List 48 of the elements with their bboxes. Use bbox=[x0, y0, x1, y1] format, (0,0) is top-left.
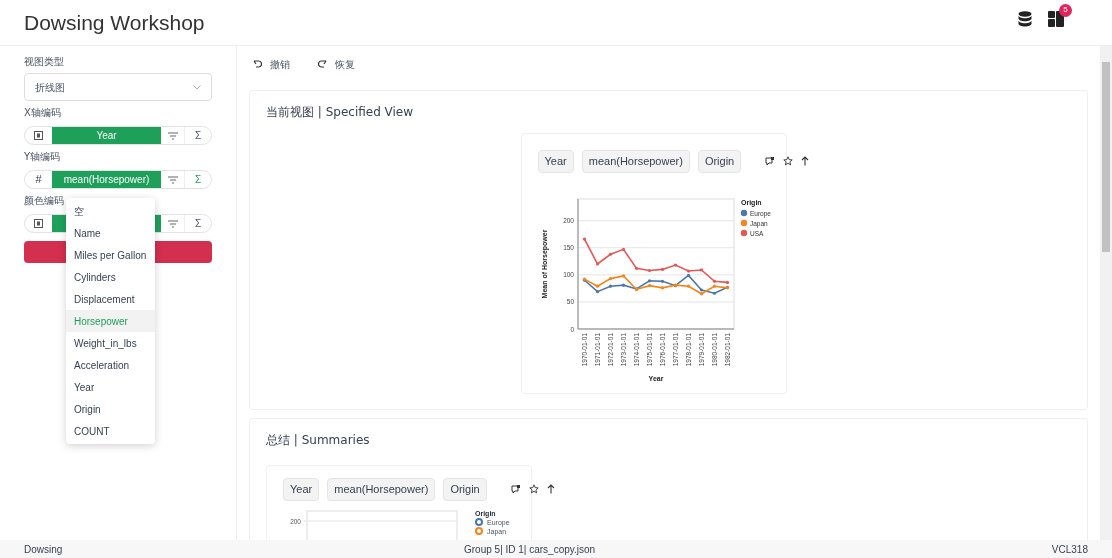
menu-item[interactable]: Name bbox=[66, 222, 155, 244]
encoding-pill[interactable]: Origin bbox=[697, 150, 742, 173]
view-type-select[interactable]: 折线图 bbox=[24, 73, 212, 101]
menu-item[interactable]: COUNT bbox=[66, 420, 155, 442]
field-label: 颜色编码 bbox=[24, 194, 65, 208]
star-icon[interactable] bbox=[528, 484, 539, 495]
field-label: Y轴编码 bbox=[24, 150, 62, 164]
layout-icon[interactable] bbox=[1048, 10, 1064, 27]
field-label: 视图类型 bbox=[24, 55, 65, 69]
star-icon[interactable] bbox=[783, 156, 794, 167]
encoding-pill[interactable]: mean(Horsepower) bbox=[581, 150, 690, 173]
encoding-pill[interactable]: Year bbox=[537, 150, 574, 173]
undo-icon bbox=[253, 59, 262, 69]
aggregate-toggle[interactable]: Σ bbox=[184, 215, 211, 232]
notification-badge: 5 bbox=[1059, 3, 1072, 17]
card-title: 当前视图 | Specified View bbox=[266, 104, 415, 121]
database-icon[interactable] bbox=[1018, 10, 1032, 27]
field-type-icon bbox=[34, 131, 43, 140]
comment-icon[interactable] bbox=[510, 484, 521, 495]
menu-item[interactable]: 空 bbox=[66, 200, 155, 222]
aggregate-toggle[interactable]: Σ bbox=[184, 171, 211, 188]
field-type-icon bbox=[34, 219, 43, 228]
menu-item[interactable]: Weight_in_lbs bbox=[66, 332, 155, 354]
redo-icon bbox=[318, 59, 327, 69]
arrow-up-icon[interactable] bbox=[801, 156, 810, 167]
scrollbar[interactable] bbox=[1100, 46, 1112, 540]
menu-item[interactable]: Miles per Gallon bbox=[66, 244, 155, 266]
menu-item[interactable]: Origin bbox=[66, 398, 155, 420]
menu-item[interactable]: Cylinders bbox=[66, 266, 155, 288]
encoding-pill[interactable]: Origin bbox=[443, 478, 487, 501]
menu-item[interactable]: Acceleration bbox=[66, 354, 155, 376]
status-right: VCL318 bbox=[1051, 542, 1088, 557]
arrow-up-icon[interactable] bbox=[546, 484, 555, 495]
status-file-info: Group 5| ID 1| cars_copy.json bbox=[464, 542, 597, 557]
undo-button[interactable]: 撤销 bbox=[253, 56, 290, 72]
redo-button[interactable]: 恢复 bbox=[318, 56, 355, 72]
comment-icon[interactable] bbox=[765, 156, 776, 167]
status-left: Dowsing bbox=[24, 542, 64, 557]
aggregate-toggle[interactable]: Σ bbox=[184, 127, 211, 144]
menu-item[interactable]: Displacement bbox=[66, 288, 155, 310]
encoding-pill[interactable]: Year bbox=[283, 478, 320, 501]
field-label: X轴编码 bbox=[24, 106, 62, 120]
app-title: Dowsing Workshop bbox=[24, 9, 205, 36]
card-title: 总结 | Summaries bbox=[266, 432, 371, 449]
field-type-symbol: # bbox=[35, 172, 42, 188]
encoding-pill[interactable]: mean(Horsepower) bbox=[327, 478, 436, 501]
chevron-down-icon bbox=[193, 84, 201, 90]
menu-item[interactable]: Year bbox=[66, 376, 155, 398]
